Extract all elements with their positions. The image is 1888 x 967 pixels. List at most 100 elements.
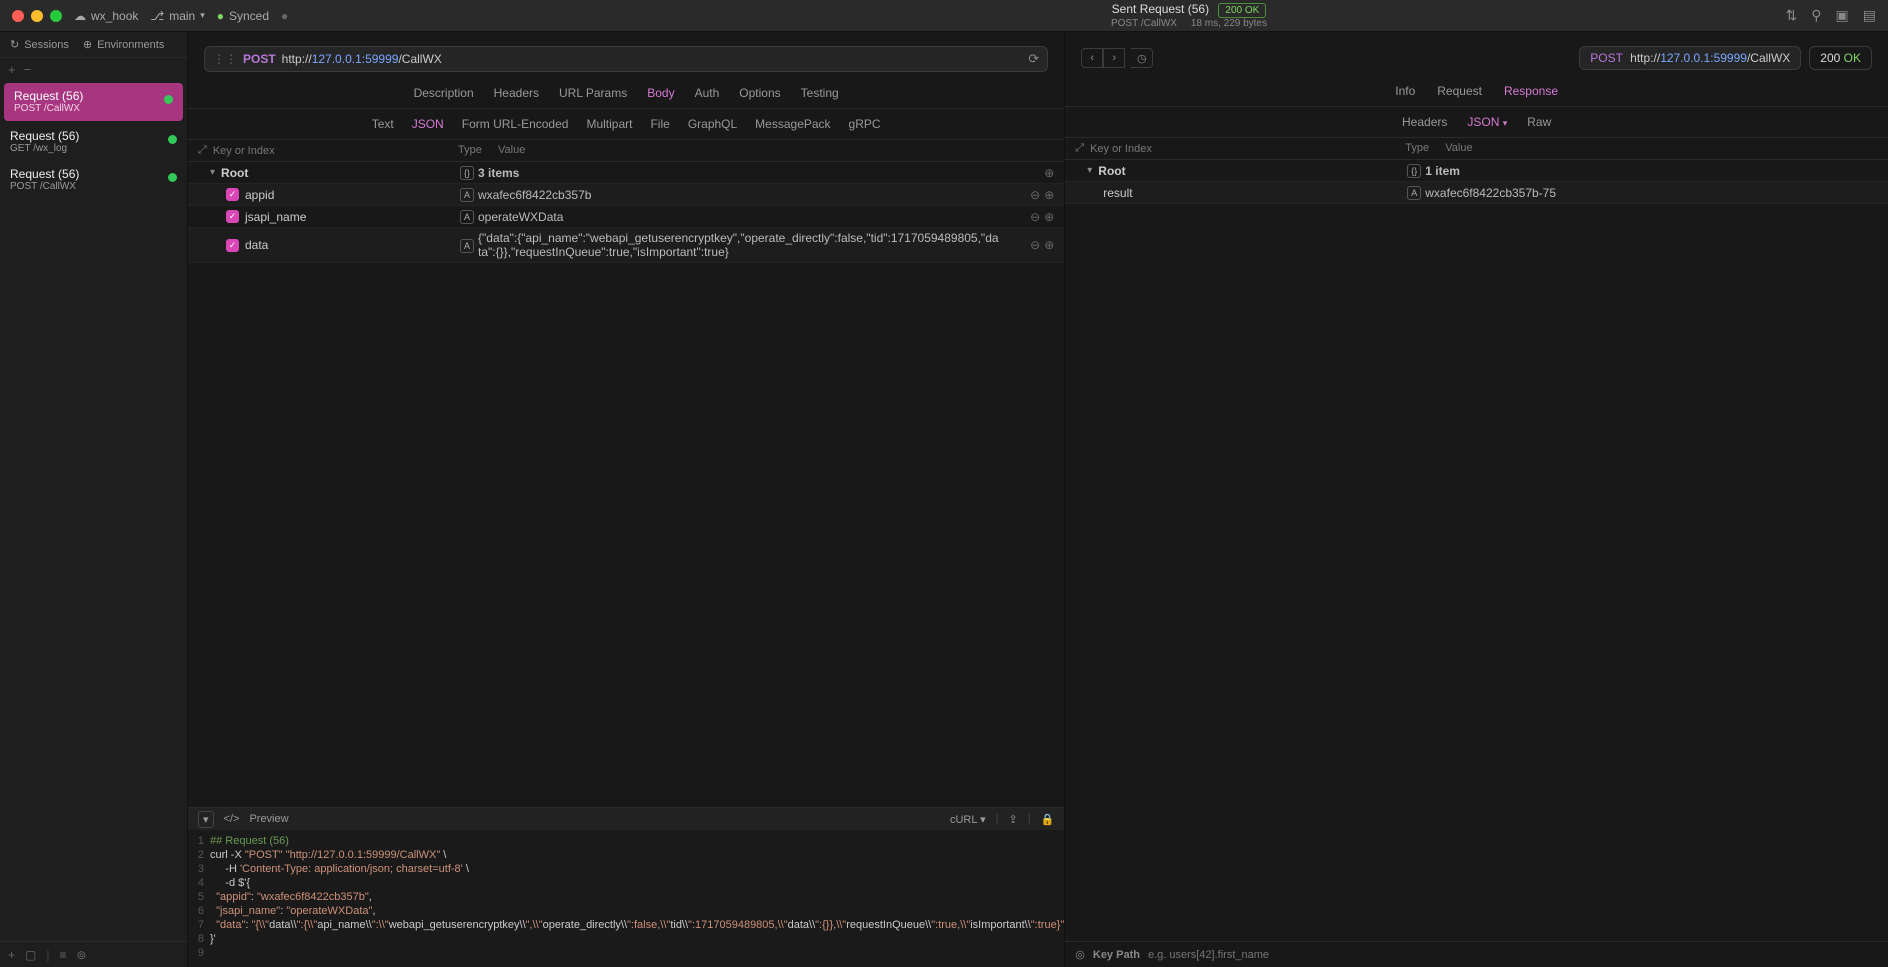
branch-icon: ⎇ <box>150 9 164 23</box>
type-string-icon[interactable]: A <box>460 188 474 202</box>
globe-icon: ⊕ <box>83 38 92 51</box>
status-badge: 200 OK <box>1218 3 1266 18</box>
send-button[interactable]: ⟳ <box>1028 51 1039 67</box>
tab-resp-raw[interactable]: Raw <box>1527 115 1551 129</box>
tree-row[interactable]: ✓appid A wxafec6f8422cb357b ⊖⊕ <box>188 184 1064 206</box>
status-dot-icon <box>168 173 177 182</box>
response-tabs: Info Request Response <box>1065 78 1888 107</box>
tab-testing[interactable]: Testing <box>801 86 839 100</box>
tab-request[interactable]: Request <box>1437 84 1482 98</box>
add-icon[interactable]: + <box>8 948 15 962</box>
close-window-button[interactable] <box>12 10 24 22</box>
remove-request-button[interactable]: − <box>24 62 32 77</box>
tab-text[interactable]: Text <box>372 117 394 131</box>
method-selector[interactable]: POST <box>243 52 276 66</box>
tab-grpc[interactable]: gRPC <box>849 117 881 131</box>
drag-handle-icon[interactable]: ⋮⋮ <box>213 52 237 66</box>
tree-row-root[interactable]: ▾Root {} 1 item <box>1065 160 1888 182</box>
tab-auth[interactable]: Auth <box>695 86 720 100</box>
project-name: wx_hook <box>91 9 138 23</box>
branch-selector[interactable]: ⎇ main ▾ <box>150 9 204 23</box>
sort-icon[interactable]: ≡ <box>59 948 66 962</box>
checkbox-icon[interactable]: ✓ <box>226 239 239 252</box>
remove-icon[interactable]: ⊖ <box>1030 238 1040 252</box>
tab-graphql[interactable]: GraphQL <box>688 117 737 131</box>
checkbox-icon[interactable]: ✓ <box>226 188 239 201</box>
chevron-down-icon: ▾ <box>200 10 205 21</box>
add-icon[interactable]: ⊕ <box>1044 188 1054 202</box>
tab-resp-json[interactable]: JSON ▾ <box>1467 115 1507 129</box>
request-item[interactable]: Request (56) POST /CallWX <box>4 83 183 121</box>
code-editor[interactable]: 1## Request (56)2curl -X "POST" "http://… <box>188 830 1064 967</box>
request-item[interactable]: Request (56) GET /wx_log <box>0 123 187 161</box>
expand-icon[interactable]: ⤢ <box>1075 142 1084 155</box>
value-cell[interactable]: wxafec6f8422cb357b <box>478 188 1030 202</box>
layout-icon[interactable]: ▣ <box>1836 7 1849 24</box>
checkbox-icon[interactable]: ✓ <box>226 210 239 223</box>
value-cell[interactable]: {"data":{"api_name":"webapi_getuserencry… <box>478 231 1030 259</box>
panel-icon[interactable]: ▤ <box>1863 7 1876 24</box>
tree-row[interactable]: ✓jsapi_name A operateWXData ⊖⊕ <box>188 206 1064 228</box>
clock-icon: ↻ <box>10 38 19 51</box>
type-string-icon[interactable]: A <box>460 210 474 224</box>
response-subtabs: Headers JSON ▾ Raw <box>1065 107 1888 138</box>
history-prev-button[interactable]: ‹ <box>1081 48 1103 68</box>
tab-resp-headers[interactable]: Headers <box>1402 115 1447 129</box>
git-icon[interactable]: ⚲ <box>1811 7 1821 24</box>
language-selector[interactable]: cURL ▾ <box>950 813 986 826</box>
toggle-panel-icon[interactable]: ⇅ <box>1786 7 1798 24</box>
value-cell[interactable]: operateWXData <box>478 210 1030 224</box>
url-bar[interactable]: ⋮⋮ POST http://127.0.0.1:59999/CallWX ⟳ <box>204 46 1048 72</box>
url-input[interactable]: http://127.0.0.1:59999/CallWX <box>282 52 1023 66</box>
tab-file[interactable]: File <box>650 117 669 131</box>
tab-response[interactable]: Response <box>1504 84 1558 98</box>
chevron-down-icon[interactable]: ▾ <box>1087 165 1092 176</box>
request-item[interactable]: Request (56) POST /CallWX <box>0 161 187 199</box>
target-icon[interactable]: ◎ <box>1075 948 1085 961</box>
sessions-tab[interactable]: ↻ Sessions <box>10 38 69 51</box>
add-icon[interactable]: ⊕ <box>1044 210 1054 224</box>
add-request-button[interactable]: + <box>8 62 16 77</box>
type-object-icon[interactable]: {} <box>460 166 474 180</box>
keypath-input[interactable] <box>1148 949 1878 961</box>
tab-description[interactable]: Description <box>414 86 474 100</box>
minimize-window-button[interactable] <box>31 10 43 22</box>
key-label: data <box>245 238 268 252</box>
add-icon[interactable]: ⊕ <box>1044 166 1054 180</box>
tree-row[interactable]: result A wxafec6f8422cb357b-75 <box>1065 182 1888 204</box>
lock-icon[interactable]: 🔒 <box>1041 813 1055 826</box>
status-dot-icon <box>164 95 173 104</box>
filter-icon[interactable]: ⊚ <box>77 948 87 962</box>
export-icon[interactable]: ⇪ <box>1008 813 1017 826</box>
request-name: Request (56) <box>14 89 173 103</box>
tab-json[interactable]: JSON <box>412 117 444 131</box>
folder-icon[interactable]: ▢ <box>25 948 36 962</box>
history-next-button[interactable]: › <box>1103 48 1125 68</box>
history-button[interactable]: ◷ <box>1131 48 1153 68</box>
preview-label: Preview <box>249 813 288 825</box>
fullscreen-window-button[interactable] <box>50 10 62 22</box>
collapse-button[interactable]: ▾ <box>198 811 214 828</box>
type-string-icon[interactable]: A <box>460 239 474 253</box>
title-text: Sent Request (56) <box>1112 2 1209 16</box>
sync-status[interactable]: ● Synced <box>217 9 269 23</box>
body-grid-header: ⤢Key or Index Type Value <box>188 140 1064 162</box>
tab-info[interactable]: Info <box>1395 84 1415 98</box>
tab-url-params[interactable]: URL Params <box>559 86 627 100</box>
tab-msgpack[interactable]: MessagePack <box>755 117 830 131</box>
remove-icon[interactable]: ⊖ <box>1030 188 1040 202</box>
tab-headers[interactable]: Headers <box>494 86 539 100</box>
tab-form[interactable]: Form URL-Encoded <box>462 117 569 131</box>
expand-icon[interactable]: ⤢ <box>198 144 207 157</box>
remove-icon[interactable]: ⊖ <box>1030 210 1040 224</box>
environments-tab[interactable]: ⊕ Environments <box>83 38 164 51</box>
chevron-down-icon[interactable]: ▾ <box>210 167 215 178</box>
tree-row[interactable]: ✓ data A {"data":{"api_name":"webapi_getu… <box>188 228 1064 263</box>
add-icon[interactable]: ⊕ <box>1044 238 1054 252</box>
tree-row-root[interactable]: ▾Root {} 3 items ⊕ <box>188 162 1064 184</box>
chevron-down-icon: ▾ <box>1503 118 1508 128</box>
tab-multipart[interactable]: Multipart <box>586 117 632 131</box>
project-selector[interactable]: ☁ wx_hook <box>74 9 138 23</box>
tab-body[interactable]: Body <box>647 86 674 100</box>
tab-options[interactable]: Options <box>739 86 780 100</box>
